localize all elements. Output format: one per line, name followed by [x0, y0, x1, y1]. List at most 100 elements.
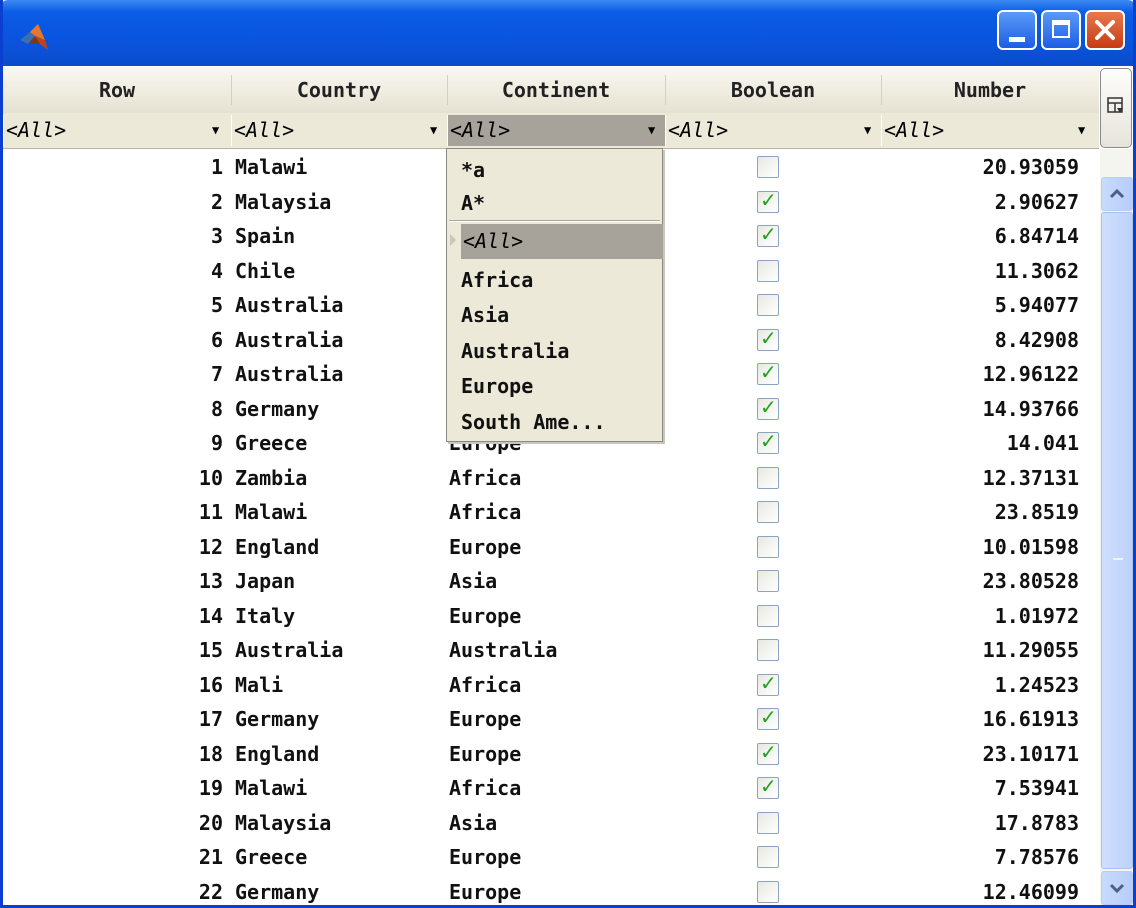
boolean-checkbox[interactable] [757, 501, 779, 523]
dropdown-divider [449, 220, 660, 222]
table-row[interactable]: 10 Zambia Africa 12.37131 [3, 461, 1099, 496]
maximize-button[interactable] [1041, 10, 1081, 50]
maximize-icon [1052, 20, 1070, 38]
minimize-button[interactable] [997, 10, 1037, 50]
boolean-checkbox[interactable] [757, 156, 779, 178]
table-row[interactable]: 16 Mali Africa ✓ 1.24523 [3, 668, 1099, 703]
country-cell: Malawi [235, 155, 308, 179]
table-row[interactable]: 21 Greece Europe 7.78576 [3, 840, 1099, 875]
dropdown-arrow-icon[interactable]: ▼ [864, 115, 871, 146]
boolean-checkbox[interactable]: ✓ [757, 705, 779, 730]
filter-boolean[interactable]: <All> ▼ [665, 115, 881, 146]
column-header-continent[interactable]: Continent [447, 67, 665, 113]
boolean-checkbox[interactable] [757, 811, 779, 834]
continent-cell: Asia [449, 810, 498, 835]
filter-value: <All> [668, 118, 729, 142]
title-bar[interactable] [3, 0, 1133, 66]
boolean-checkbox[interactable]: ✓ [757, 429, 779, 454]
boolean-checkbox[interactable]: ✓ [757, 360, 779, 385]
column-chooser-button[interactable] [1100, 68, 1132, 148]
table-row[interactable]: 14 Italy Europe 1.01972 [3, 599, 1099, 634]
column-header-country[interactable]: Country [231, 67, 447, 113]
matlab-logo-icon [20, 24, 48, 50]
row-number: 9 [210, 431, 223, 455]
row-number: 11 [198, 500, 223, 524]
boolean-checkbox[interactable]: ✓ [757, 395, 779, 420]
table-row[interactable]: 22 Germany Europe 12.46099 [3, 875, 1099, 906]
country-cell: Malaysia [235, 810, 332, 835]
country-cell: Malawi [235, 500, 308, 524]
row-number: 20 [198, 810, 223, 835]
country-cell: Malaysia [235, 189, 332, 214]
row-number: 3 [210, 224, 223, 248]
table-row[interactable]: 15 Australia Australia 11.29055 [3, 633, 1099, 668]
number-cell: 2.90627 [994, 189, 1079, 214]
continent-cell: Europe [449, 534, 522, 559]
country-cell: Japan [235, 569, 296, 593]
checkmark-icon: ✓ [760, 187, 777, 212]
dropdown-option-asia[interactable]: Asia [461, 299, 509, 332]
scroll-down-button[interactable] [1101, 871, 1133, 905]
boolean-checkbox[interactable] [757, 880, 779, 903]
row-number: 16 [198, 672, 223, 697]
dropdown-arrow-icon[interactable]: ▼ [648, 115, 655, 146]
dropdown-option-africa[interactable]: Africa [461, 264, 533, 297]
column-header-number[interactable]: Number [881, 67, 1099, 113]
dropdown-item-all[interactable]: <All> [450, 224, 663, 259]
column-header-boolean[interactable]: Boolean [665, 67, 881, 113]
boolean-checkbox[interactable]: ✓ [757, 326, 779, 351]
continent-cell: Australia [449, 638, 558, 662]
table-row[interactable]: 12 England Europe 10.01598 [3, 530, 1099, 565]
table-row[interactable]: 20 Malaysia Asia 17.8783 [3, 806, 1099, 841]
boolean-checkbox[interactable] [757, 294, 779, 316]
boolean-checkbox[interactable]: ✓ [757, 740, 779, 765]
continent-cell: Asia [449, 569, 498, 593]
number-cell: 10.01598 [982, 534, 1079, 559]
checkmark-icon: ✓ [760, 360, 777, 384]
checkmark-icon: ✓ [760, 739, 777, 764]
boolean-checkbox[interactable] [757, 466, 779, 489]
dropdown-option-south-america[interactable]: South Ame... [461, 406, 606, 439]
scroll-up-button[interactable] [1101, 177, 1133, 211]
boolean-checkbox[interactable]: ✓ [757, 222, 779, 247]
vertical-scrollbar[interactable] [1100, 149, 1133, 905]
boolean-checkbox[interactable] [757, 639, 779, 661]
filter-value: <All> [884, 118, 945, 142]
filter-row-column[interactable]: <All> ▼ [3, 115, 231, 146]
boolean-checkbox[interactable] [757, 259, 779, 282]
scroll-thumb[interactable] [1101, 212, 1133, 869]
table-row[interactable]: 19 Malawi Africa ✓ 7.53941 [3, 771, 1099, 806]
table-row[interactable]: 11 Malawi Africa 23.8519 [3, 495, 1099, 530]
dropdown-arrow-icon[interactable]: ▼ [212, 115, 219, 146]
filter-number[interactable]: <All> ▼ [881, 115, 1099, 146]
filter-value: <All> [6, 118, 67, 142]
boolean-checkbox[interactable]: ✓ [757, 774, 779, 799]
close-button[interactable] [1085, 10, 1125, 50]
row-number: 17 [198, 707, 223, 731]
filter-continent[interactable]: <All> ▼ [447, 115, 665, 146]
filter-country[interactable]: <All> ▼ [231, 115, 447, 146]
dropdown-option-europe[interactable]: Europe [461, 370, 533, 403]
column-chooser-icon [1107, 97, 1123, 113]
column-header-row-label[interactable]: Row [3, 67, 231, 113]
dropdown-arrow-icon[interactable]: ▼ [430, 115, 437, 146]
continent-cell: Africa [449, 672, 522, 697]
number-cell: 11.3062 [994, 258, 1079, 283]
boolean-checkbox[interactable]: ✓ [757, 188, 779, 213]
continent-cell: Europe [449, 741, 522, 766]
dropdown-pattern-starts-with-a[interactable]: A* [461, 187, 485, 220]
country-cell: Australia [235, 327, 344, 352]
boolean-checkbox[interactable] [757, 604, 779, 627]
boolean-checkbox[interactable]: ✓ [757, 671, 779, 696]
dropdown-option-australia[interactable]: Australia [461, 335, 569, 368]
boolean-checkbox[interactable] [757, 535, 779, 558]
column-header-row: Row Country Continent Boolean Number [3, 67, 1099, 114]
dropdown-pattern-ends-with-a[interactable]: *a [461, 154, 485, 187]
dropdown-arrow-icon[interactable]: ▼ [1078, 115, 1085, 146]
table-row[interactable]: 13 Japan Asia 23.80528 [3, 564, 1099, 599]
boolean-checkbox[interactable] [757, 846, 779, 868]
table-row[interactable]: 17 Germany Europe ✓ 16.61913 [3, 702, 1099, 737]
country-cell: Germany [235, 707, 320, 731]
boolean-checkbox[interactable] [757, 570, 779, 592]
table-row[interactable]: 18 England Europe ✓ 23.10171 [3, 737, 1099, 772]
